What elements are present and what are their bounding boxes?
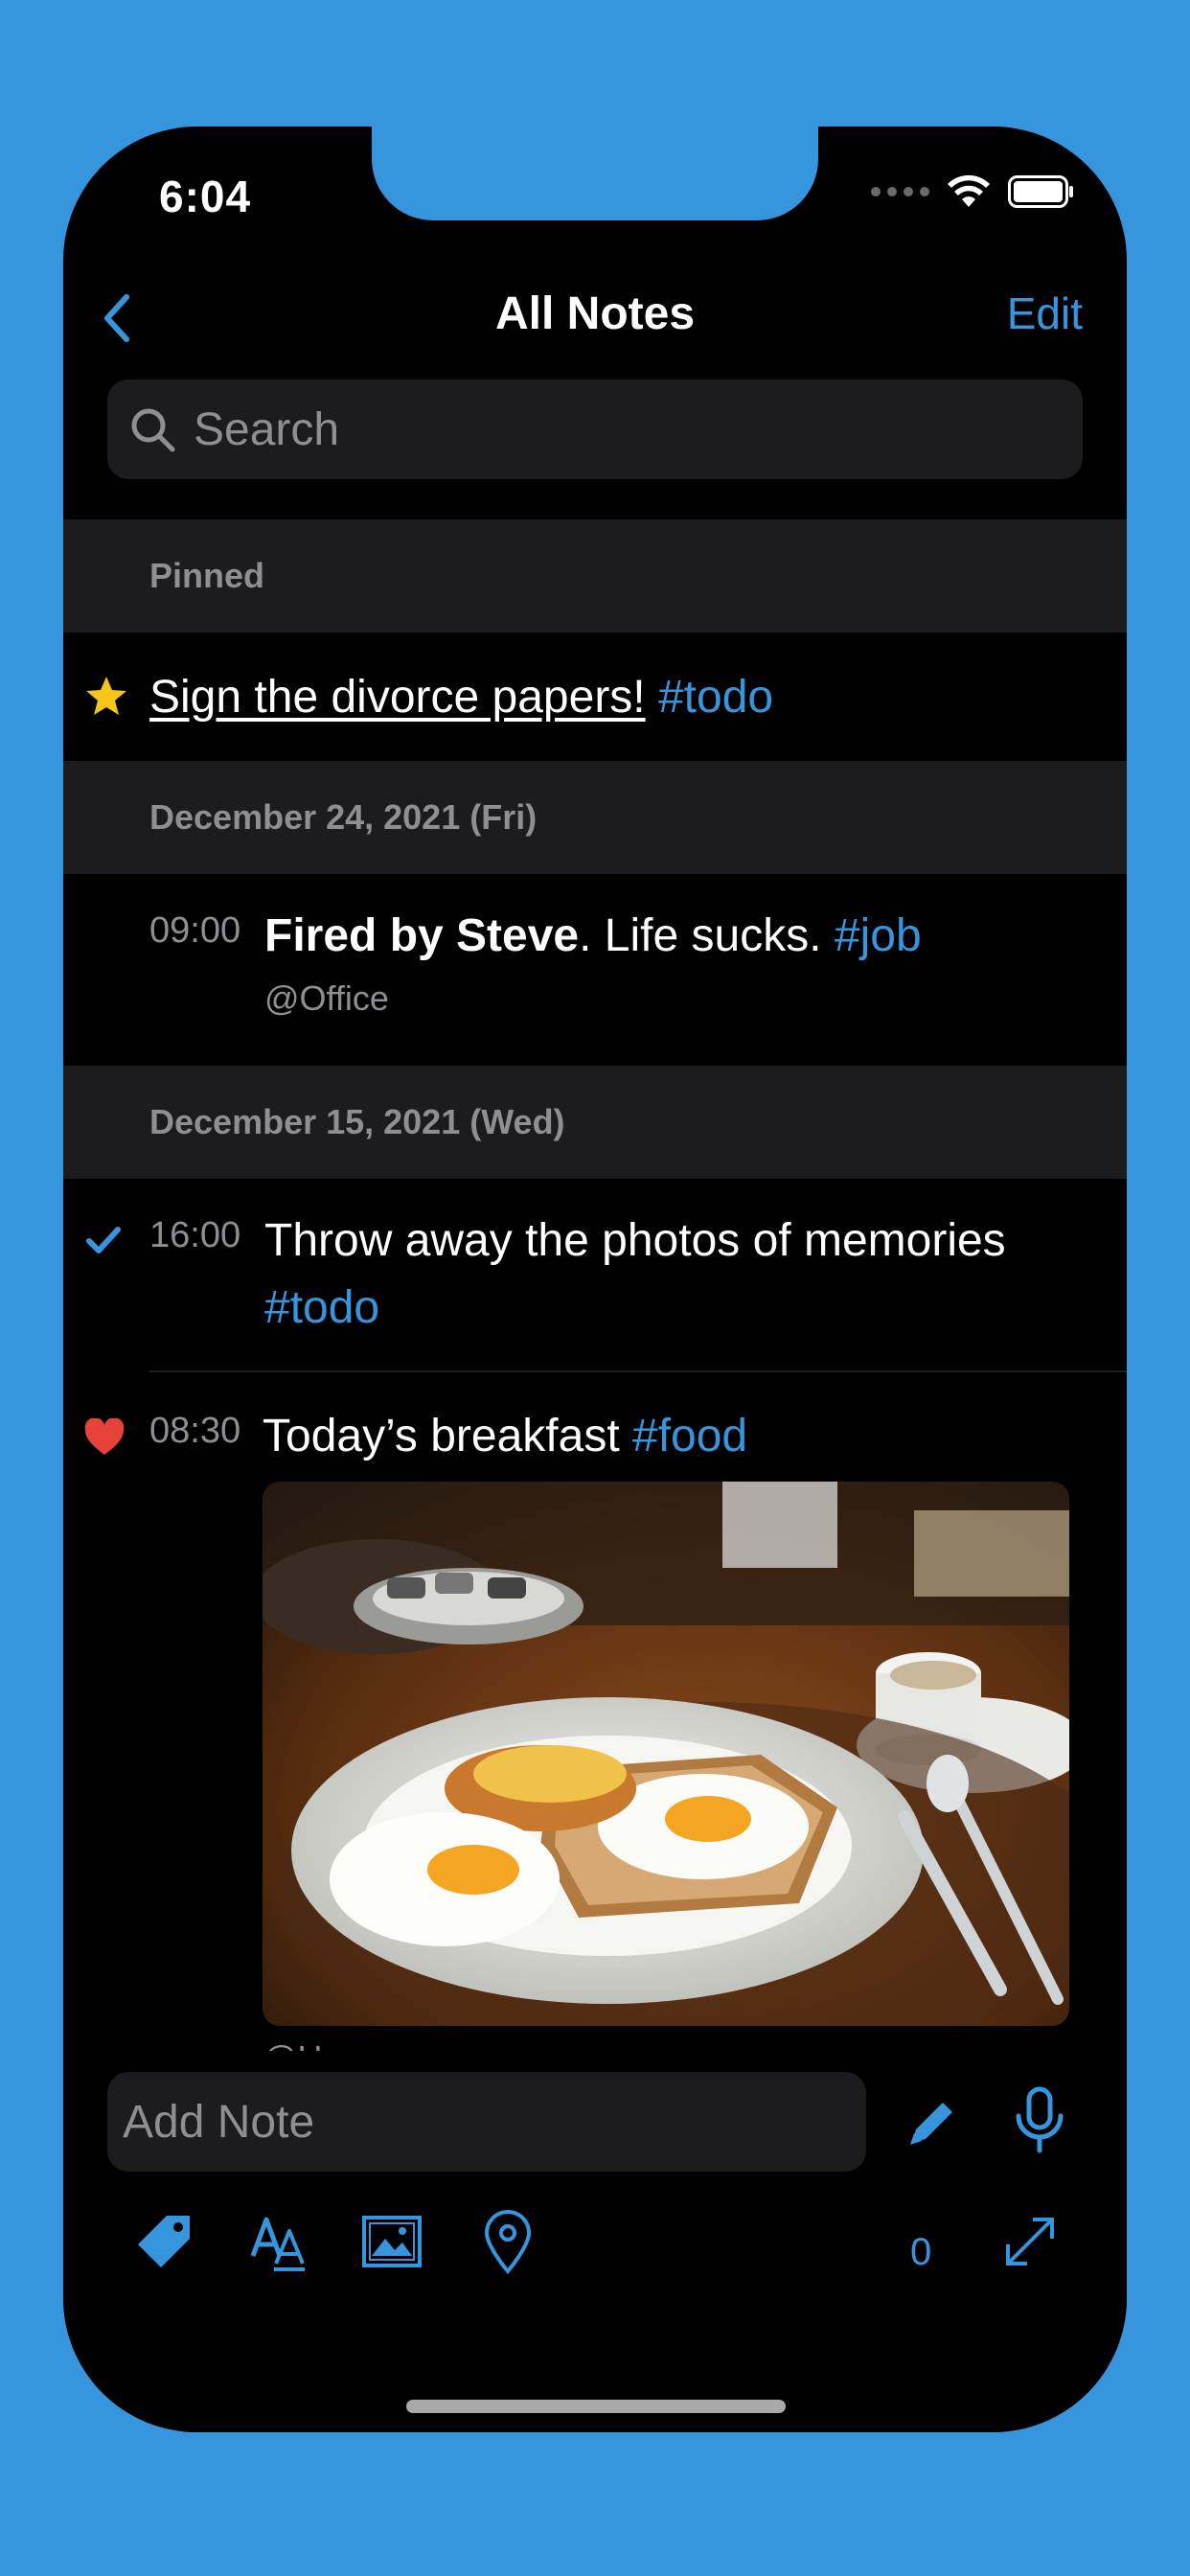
note-time: 08:30 xyxy=(149,1411,241,1451)
heart-icon xyxy=(84,1418,125,1455)
add-note-input[interactable]: Add Note xyxy=(107,2072,866,2172)
section-header-dec24: December 24, 2021 (Fri) xyxy=(63,761,1127,874)
note-location: @Office xyxy=(264,978,389,1018)
note-text: . Life sucks. xyxy=(579,910,835,961)
tag-icon[interactable] xyxy=(132,2210,195,2273)
note-time: 16:00 xyxy=(149,1215,241,1255)
notch xyxy=(372,126,818,220)
list-item[interactable]: 08:30 Today’s breakfast #food xyxy=(63,1372,1127,2078)
expand-icon[interactable] xyxy=(998,2210,1062,2273)
notes-list: Pinned Sign the divorce papers! #todo De… xyxy=(63,519,1127,2078)
phone-screen: 6:04 All Notes Edit Search Pinned Sign t… xyxy=(63,126,1127,2432)
note-tag[interactable]: #job xyxy=(835,910,922,961)
note-tag[interactable]: #food xyxy=(632,1411,747,1461)
character-count: 0 xyxy=(910,2231,932,2273)
signal-icon xyxy=(871,187,929,196)
status-indicators xyxy=(871,174,1075,209)
location-pin-icon[interactable] xyxy=(479,2208,537,2275)
composer-bar: Add Note 0 xyxy=(63,2051,1127,2432)
list-item[interactable]: 09:00 Fired by Steve. Life sucks. #job @… xyxy=(63,874,1127,1066)
pinned-note-tag[interactable]: #todo xyxy=(658,671,773,724)
wifi-icon xyxy=(948,174,990,207)
pinned-note-text: Sign the divorce papers! xyxy=(149,671,646,723)
pencil-icon[interactable] xyxy=(899,2089,966,2156)
note-tag[interactable]: #todo xyxy=(264,1282,379,1333)
section-header-dec15: December 15, 2021 (Wed) xyxy=(63,1066,1127,1179)
note-text: Today’s breakfast xyxy=(263,1411,632,1461)
note-time: 09:00 xyxy=(149,910,241,951)
battery-icon xyxy=(1008,175,1073,208)
note-bold-text: Fired by Steve xyxy=(264,910,580,961)
page-title: All Notes xyxy=(494,288,696,339)
text-format-icon[interactable] xyxy=(247,2210,310,2273)
checkmark-icon xyxy=(86,1227,121,1254)
section-header-pinned: Pinned xyxy=(63,519,1127,632)
list-item[interactable]: 16:00 Throw away the photos of memories … xyxy=(63,1179,1127,1370)
microphone-icon[interactable] xyxy=(1006,2085,1073,2156)
edit-button[interactable]: Edit xyxy=(1007,288,1083,339)
breakfast-photo[interactable] xyxy=(263,1482,1069,2026)
search-field[interactable]: Search xyxy=(107,380,1083,479)
image-icon[interactable] xyxy=(360,2210,423,2273)
status-time: 6:04 xyxy=(159,172,252,221)
search-placeholder: Search xyxy=(194,403,340,455)
star-icon xyxy=(86,677,126,715)
note-text: Throw away the photos of memories xyxy=(264,1215,1006,1266)
pinned-note[interactable]: Sign the divorce papers! #todo xyxy=(63,632,1127,761)
search-icon xyxy=(131,408,175,452)
home-indicator[interactable] xyxy=(406,2400,786,2413)
